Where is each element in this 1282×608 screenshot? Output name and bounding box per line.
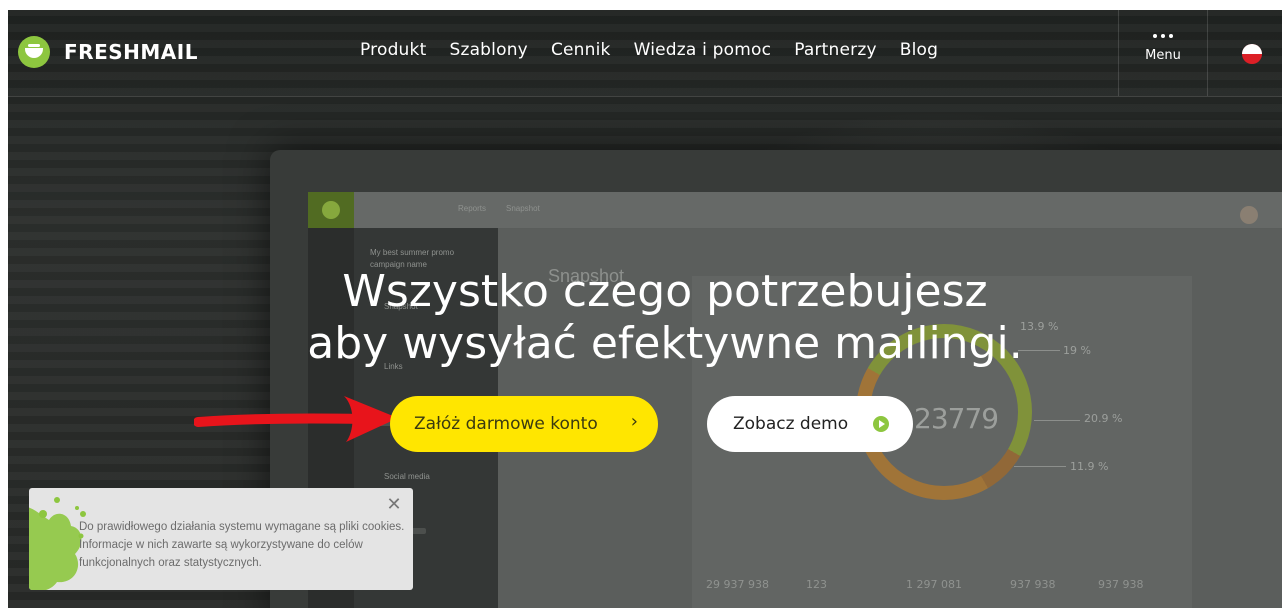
cookie-notice-text: Do prawidłowego działania systemu wymaga… — [79, 521, 405, 569]
hero-title: Wszystko czego potrzebujesz aby wysyłać … — [8, 266, 1282, 370]
background-stat: 937 938 — [1010, 578, 1056, 591]
nav-blog[interactable]: Blog — [900, 40, 938, 60]
background-callout-line — [1034, 420, 1080, 421]
create-free-account-label: Załóż darmowe konto — [414, 414, 598, 434]
freshmail-logo-icon — [18, 36, 50, 68]
nav-produkt[interactable]: Produkt — [360, 40, 426, 60]
background-user-photo — [1240, 206, 1258, 224]
menu-button[interactable]: Menu — [1118, 10, 1208, 96]
freshmail-logo[interactable]: FRESHMAIL — [18, 34, 198, 70]
nav-partnerzy[interactable]: Partnerzy — [794, 40, 877, 60]
play-icon — [873, 416, 889, 432]
menu-label: Menu — [1145, 48, 1181, 63]
brand-name: FRESHMAIL — [64, 40, 198, 64]
nav-cennik[interactable]: Cennik — [551, 40, 611, 60]
nav-wiedza-i-pomoc[interactable]: Wiedza i pomoc — [634, 40, 772, 60]
page-viewport: Reports Snapshot My best summer promo ca… — [8, 10, 1282, 608]
red-arrow-annotation — [194, 396, 398, 442]
background-breadcrumb-snapshot: Snapshot — [506, 204, 540, 213]
background-stat: 937 938 — [1098, 578, 1144, 591]
background-menu-social: Social media — [384, 472, 430, 481]
hero-title-line-2: aby wysyłać efektywne mailingi. — [307, 318, 1023, 369]
see-demo-button[interactable]: Zobacz demo — [707, 396, 913, 452]
background-stat: 1 297 081 — [906, 578, 962, 591]
site-header: FRESHMAIL Produkt Szablony Cennik Wiedza… — [8, 10, 1282, 97]
background-app-logo — [308, 192, 354, 228]
main-nav: Produkt Szablony Cennik Wiedza i pomoc P… — [360, 40, 938, 60]
create-free-account-button[interactable]: Załóż darmowe konto › — [390, 396, 658, 452]
background-stat: 29 937 938 — [706, 578, 769, 591]
nav-szablony[interactable]: Szablony — [449, 40, 527, 60]
background-pct-4: 11.9 % — [1070, 460, 1109, 473]
background-campaign-title: My best summer promo — [370, 248, 455, 257]
background-pct-3: 20.9 % — [1084, 412, 1123, 425]
close-icon[interactable]: ✕ — [385, 496, 403, 514]
hero-title-line-1: Wszystko czego potrzebujesz — [342, 266, 988, 317]
background-stat: 123 — [806, 578, 827, 591]
flag-poland-icon[interactable] — [1242, 44, 1262, 64]
chevron-right-icon: › — [630, 411, 638, 432]
background-app-topbar: Reports Snapshot — [308, 192, 1282, 229]
see-demo-label: Zobacz demo — [733, 414, 849, 434]
background-breadcrumb-reports: Reports — [458, 204, 487, 213]
background-callout-line — [1014, 466, 1066, 467]
cookie-notice: Do prawidłowego działania systemu wymaga… — [29, 488, 413, 590]
background-total: 23779 — [914, 402, 999, 435]
more-dots-icon — [1119, 34, 1207, 42]
